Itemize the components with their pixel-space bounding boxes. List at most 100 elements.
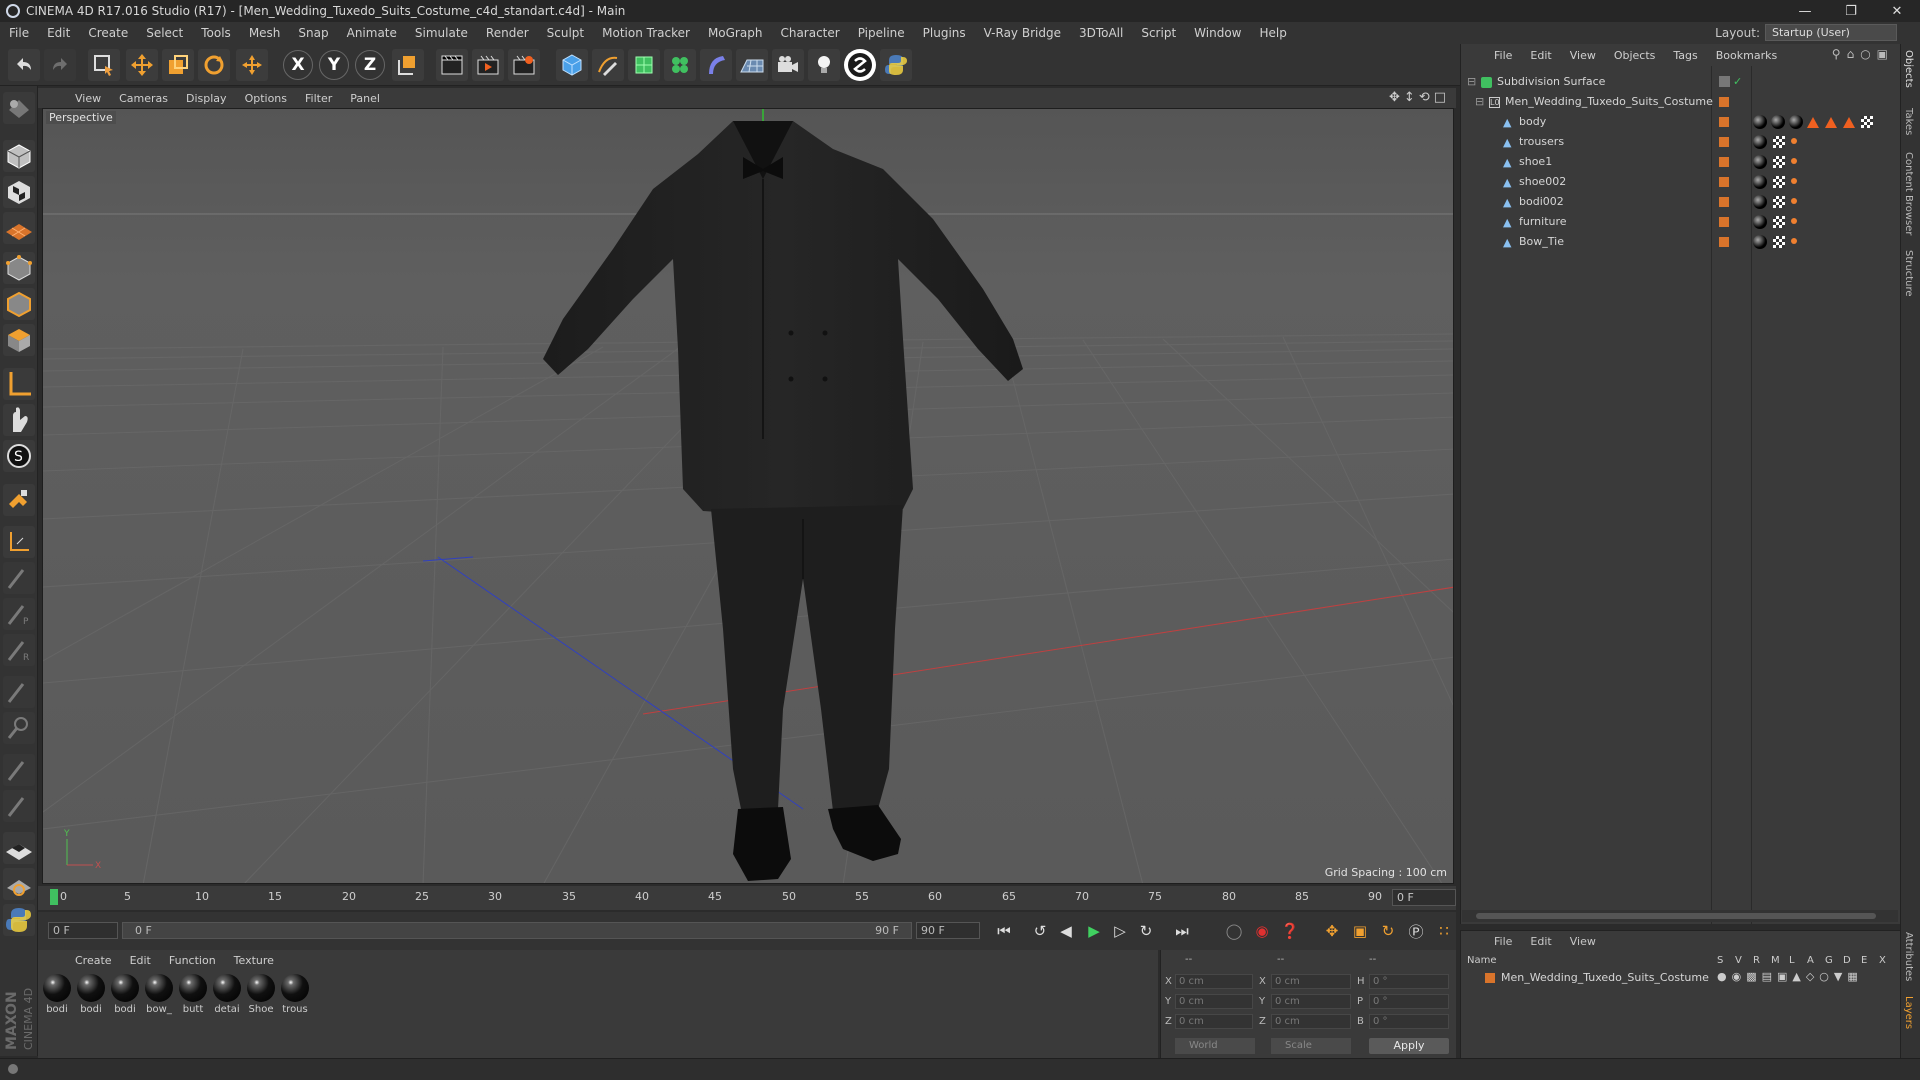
deformer-button[interactable] <box>700 49 732 81</box>
layout-dropdown[interactable]: Startup (User) <box>1765 24 1897 41</box>
brush-tool-4[interactable] <box>3 676 35 708</box>
play-button[interactable]: ▶ <box>1082 919 1106 943</box>
object-row-shoe002[interactable]: ▲ shoe002 <box>1461 172 1901 192</box>
workplane-mode-button[interactable] <box>3 212 35 244</box>
menu-pipeline[interactable]: Pipeline <box>849 26 914 40</box>
menu-character[interactable]: Character <box>771 26 848 40</box>
camera-object-button[interactable] <box>772 49 804 81</box>
go-to-start-button[interactable]: ⏮ <box>992 919 1016 943</box>
material-tag-icon[interactable] <box>1771 115 1785 129</box>
y-axis-toggle[interactable]: Y <box>319 50 349 80</box>
layer-color-swatch[interactable] <box>1719 177 1729 187</box>
vp-menu-view[interactable]: View <box>66 92 110 105</box>
material-swatch[interactable]: bodi <box>76 974 106 1015</box>
object-row-furniture[interactable]: ▲ furniture <box>1461 212 1901 232</box>
menu-tools[interactable]: Tools <box>192 26 240 40</box>
collapse-toggle-icon[interactable]: ⊟ <box>1475 92 1484 112</box>
3d-viewport[interactable]: Y X Perspective Grid Spacing : 100 cm <box>42 108 1454 884</box>
apply-button[interactable]: Apply <box>1369 1038 1449 1054</box>
material-tag-icon[interactable] <box>1753 175 1767 189</box>
magnet-button[interactable] <box>3 484 35 516</box>
col-deformers[interactable]: D <box>1843 955 1851 966</box>
key-scale-button[interactable]: ▣ <box>1348 919 1372 943</box>
size-z-field[interactable]: 0 cm <box>1271 1014 1351 1029</box>
vp-menu-options[interactable]: Options <box>236 92 296 105</box>
obj-menu-view[interactable]: View <box>1561 49 1605 62</box>
texture-tag-icon[interactable] <box>1773 196 1785 208</box>
layer-color-swatch[interactable] <box>1719 117 1729 127</box>
object-row-bow-tie[interactable]: ▲ Bow_Tie <box>1461 232 1901 252</box>
model-mode-button[interactable] <box>3 140 35 172</box>
selection-tag-icon[interactable] <box>1791 158 1797 164</box>
texture-tag-icon[interactable] <box>1861 116 1873 128</box>
col-xref[interactable]: X <box>1879 955 1886 966</box>
go-to-end-button[interactable]: ⏭ <box>1170 919 1194 943</box>
menu-animate[interactable]: Animate <box>338 26 406 40</box>
layer-color-swatch[interactable] <box>1719 97 1729 107</box>
menu-select[interactable]: Select <box>137 26 192 40</box>
mat-menu-texture[interactable]: Texture <box>225 954 283 967</box>
brush-tool-1[interactable] <box>3 562 35 594</box>
material-tag-icon[interactable] <box>1753 135 1767 149</box>
material-swatch[interactable]: bow_ <box>144 974 174 1015</box>
menu-plugins[interactable]: Plugins <box>914 26 975 40</box>
size-x-field[interactable]: 0 cm <box>1271 974 1351 989</box>
vp-menu-panel[interactable]: Panel <box>341 92 389 105</box>
key-rotation-button[interactable]: ↻ <box>1376 919 1400 943</box>
selection-tag-icon[interactable] <box>1791 238 1797 244</box>
brush-tool-5[interactable] <box>3 712 35 744</box>
rotation-p-field[interactable]: 0 ° <box>1369 994 1449 1009</box>
autokey-button[interactable]: ◉ <box>1250 919 1274 943</box>
scale-tool-button[interactable] <box>162 49 194 81</box>
coordinate-system-button[interactable] <box>392 49 424 81</box>
texture-tag-icon[interactable] <box>1773 236 1785 248</box>
vp-menu-cameras[interactable]: Cameras <box>110 92 177 105</box>
cloner-button[interactable] <box>664 49 696 81</box>
cube-object-button[interactable] <box>556 49 588 81</box>
transform-tool-button[interactable] <box>236 49 268 81</box>
menu-mesh[interactable]: Mesh <box>240 26 290 40</box>
coordinate-mode-dropdown[interactable]: World <box>1175 1038 1255 1054</box>
tab-takes[interactable]: Takes <box>1903 108 1914 135</box>
floor-paint-button[interactable] <box>3 832 35 864</box>
menu-3dtoall[interactable]: 3DToAll <box>1070 26 1132 40</box>
col-view[interactable]: V <box>1735 955 1742 966</box>
layer-menu-edit[interactable]: Edit <box>1521 935 1560 948</box>
layer-color-swatch[interactable] <box>1719 217 1729 227</box>
spline-pen-button[interactable] <box>592 49 624 81</box>
rotate-tool-button[interactable] <box>198 49 230 81</box>
record-keys-button[interactable]: ◯ <box>1222 919 1246 943</box>
key-pla-button[interactable]: ∷ <box>1432 919 1456 943</box>
frame-range-slider[interactable]: 0 F 90 F <box>122 922 912 939</box>
plugin-s-button[interactable] <box>844 49 876 81</box>
make-editable-button[interactable] <box>3 92 35 124</box>
key-selection-button[interactable]: ❓ <box>1278 919 1302 943</box>
col-solo[interactable]: S <box>1717 955 1723 966</box>
vp-menu-display[interactable]: Display <box>177 92 236 105</box>
rotation-b-field[interactable]: 0 ° <box>1369 1014 1449 1029</box>
menu-create[interactable]: Create <box>79 26 137 40</box>
mat-menu-function[interactable]: Function <box>160 954 225 967</box>
redo-button[interactable] <box>44 49 76 81</box>
points-mode-button[interactable] <box>3 252 35 284</box>
subdivision-surface-button[interactable] <box>628 49 660 81</box>
previous-frame-button[interactable]: ◀ <box>1054 919 1078 943</box>
floor-object-button[interactable] <box>736 49 768 81</box>
selection-tag-icon[interactable] <box>1791 178 1797 184</box>
menu-snap[interactable]: Snap <box>289 26 337 40</box>
material-swatch[interactable]: bodi <box>110 974 140 1015</box>
brush-tool-7[interactable] <box>3 790 35 822</box>
col-manager[interactable]: M <box>1771 955 1780 966</box>
undo-button[interactable] <box>8 49 40 81</box>
scrollbar-thumb[interactable] <box>1476 913 1876 919</box>
timeline-ruler[interactable]: 0 5 10 15 20 25 30 35 40 45 50 55 60 65 … <box>38 886 1456 910</box>
close-button[interactable]: ✕ <box>1874 0 1920 22</box>
brush-tool-3[interactable]: R <box>3 634 35 666</box>
col-generators[interactable]: G <box>1825 955 1833 966</box>
brush-tool-6[interactable] <box>3 754 35 786</box>
material-tag-icon[interactable] <box>1753 235 1767 249</box>
material-tag-icon[interactable] <box>1753 115 1767 129</box>
menu-vray-bridge[interactable]: V-Ray Bridge <box>975 26 1070 40</box>
menu-edit[interactable]: Edit <box>38 26 79 40</box>
python-script-button[interactable] <box>3 904 35 936</box>
